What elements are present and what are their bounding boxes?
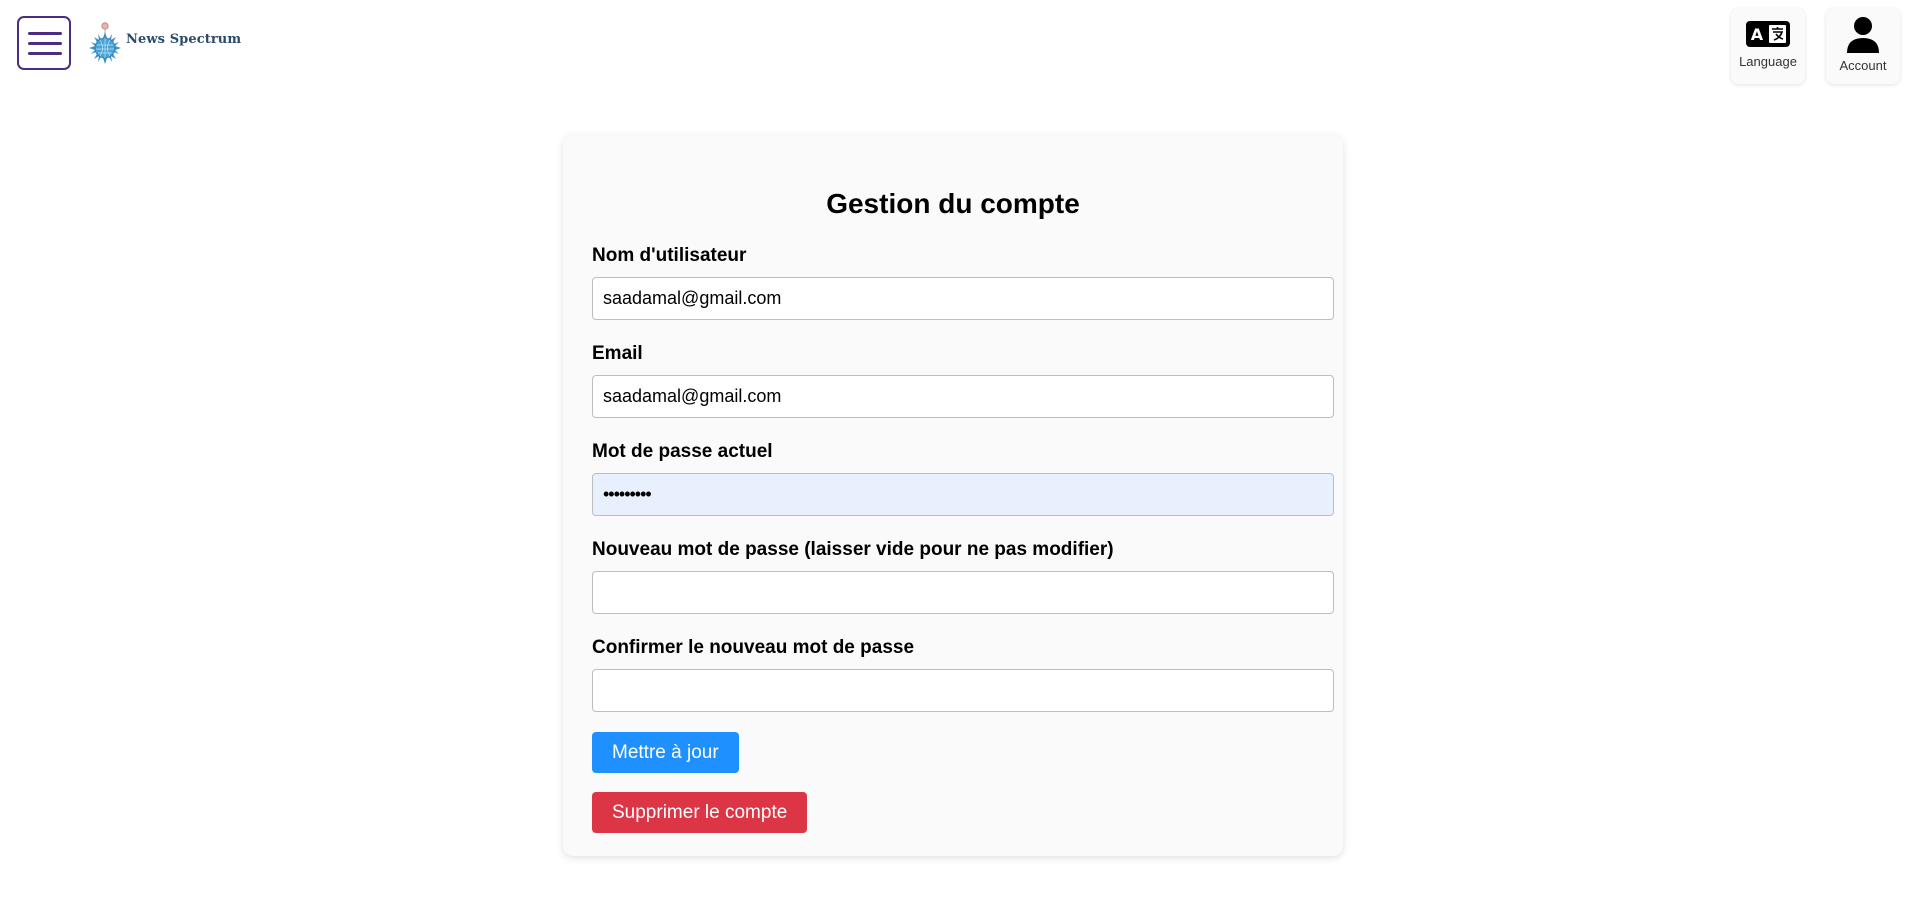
account-button[interactable]: Account (1826, 8, 1900, 84)
delete-account-button[interactable]: Supprimer le compte (592, 791, 808, 833)
new-password-input[interactable] (592, 570, 1334, 614)
brand-name: News Spectrum (126, 31, 242, 47)
current-password-field-group: Mot de passe actuel (592, 440, 1334, 516)
email-input[interactable] (592, 374, 1334, 418)
svg-text:A: A (1751, 25, 1764, 44)
email-label: Email (592, 342, 643, 364)
username-field-group: Nom d'utilisateur (592, 244, 1334, 320)
language-label: Language (1739, 54, 1797, 69)
language-button[interactable]: A Language (1731, 8, 1805, 84)
new-password-field-group: Nouveau mot de passe (laisser vide pour … (592, 538, 1334, 614)
translate-icon: A (1746, 21, 1790, 47)
confirm-password-input[interactable] (592, 668, 1334, 712)
person-icon (1847, 17, 1879, 53)
username-input[interactable] (592, 276, 1334, 320)
confirm-password-label: Confirmer le nouveau mot de passe (592, 636, 915, 658)
account-label: Account (1839, 58, 1887, 73)
brand-logo[interactable]: News Spectrum (86, 18, 241, 66)
top-bar: News Spectrum A Language Account (0, 0, 1905, 90)
hamburger-menu-icon-bar (28, 52, 62, 55)
current-password-input[interactable] (592, 472, 1334, 516)
current-password-label: Mot de passe actuel (592, 440, 773, 462)
username-label: Nom d'utilisateur (592, 244, 747, 266)
hamburger-menu-icon (28, 32, 62, 35)
hamburger-menu-icon-bar (28, 42, 62, 45)
update-button[interactable]: Mettre à jour (592, 731, 739, 773)
logo-sun-icon (89, 22, 121, 64)
update-button-row: Mettre à jour (592, 712, 1314, 773)
confirm-password-field-group: Confirmer le nouveau mot de passe (592, 636, 1334, 712)
account-management-card: Gestion du compte Nom d'utilisateur Emai… (563, 135, 1343, 856)
new-password-label: Nouveau mot de passe (laisser vide pour … (592, 538, 1114, 560)
page-title: Gestion du compte (826, 188, 1080, 219)
delete-button-row: Supprimer le compte (592, 773, 1314, 833)
hamburger-menu-button[interactable] (17, 16, 71, 70)
email-field-group: Email (592, 342, 1334, 418)
